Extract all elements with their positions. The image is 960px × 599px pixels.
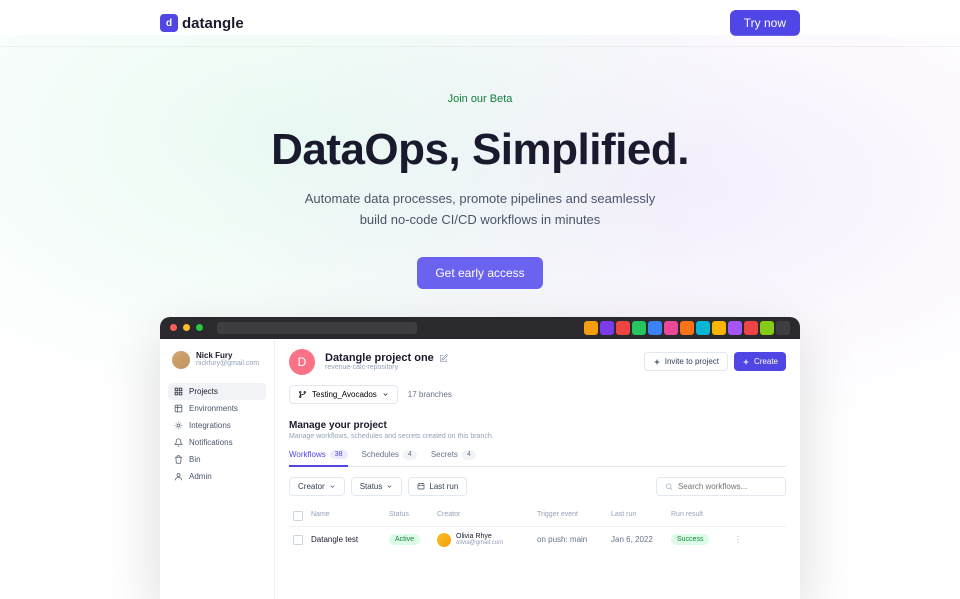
creator-name: Olivia Rhye	[456, 533, 503, 540]
branch-selector[interactable]: Testing_Avocados	[289, 385, 398, 404]
tab-count: 4	[403, 450, 417, 460]
edit-icon[interactable]	[439, 354, 448, 363]
browser-tab-icon	[744, 321, 758, 335]
creator-filter[interactable]: Creator	[289, 477, 345, 496]
browser-tab-icon	[616, 321, 630, 335]
try-now-button[interactable]: Try now	[730, 10, 800, 36]
sidebar-item-environments[interactable]: Environments	[168, 400, 266, 417]
project-name: Datangle project one	[325, 352, 434, 364]
beta-badge: Join our Beta	[448, 93, 513, 105]
tab-schedules[interactable]: Schedules4	[362, 450, 417, 466]
browser-chrome	[160, 317, 800, 339]
window-close-icon	[170, 324, 177, 331]
chevron-down-icon	[329, 483, 336, 490]
browser-tab-icon	[696, 321, 710, 335]
branch-count: 17 branches	[408, 390, 452, 399]
environments-icon	[174, 404, 183, 413]
brand-name: datangle	[182, 15, 244, 32]
browser-tab-icon	[760, 321, 774, 335]
logo-mark-icon: d	[160, 14, 178, 32]
section-title: Manage your project	[289, 420, 786, 431]
browser-tab-icon	[664, 321, 678, 335]
projects-icon	[174, 387, 183, 396]
sidebar-item-admin[interactable]: Admin	[168, 468, 266, 485]
user-profile[interactable]: Nick Fury nickfury@gmail.com	[168, 349, 266, 371]
search-icon	[665, 482, 673, 491]
table-header: Name Status Creator Trigger event Last r…	[289, 506, 786, 527]
avatar	[172, 351, 190, 369]
get-early-access-button[interactable]: Get early access	[417, 257, 542, 289]
admin-icon	[174, 472, 183, 481]
chevron-down-icon	[382, 391, 389, 398]
bin-icon	[174, 455, 183, 464]
tab-secrets[interactable]: Secrets4	[431, 450, 476, 466]
plus-icon	[742, 358, 750, 366]
project-avatar: D	[289, 349, 315, 375]
brand-logo[interactable]: d datangle	[160, 14, 244, 32]
branch-icon	[298, 390, 307, 399]
window-minimize-icon	[183, 324, 190, 331]
hero-subtitle: Automate data processes, promote pipelin…	[0, 189, 960, 231]
sidebar-item-notifications[interactable]: Notifications	[168, 434, 266, 451]
project-repo: revenue-calc-repository	[325, 364, 448, 371]
search-input[interactable]	[656, 477, 786, 496]
browser-tab-icon	[584, 321, 598, 335]
product-screenshot: Nick Fury nickfury@gmail.com ProjectsEnv…	[160, 317, 800, 599]
integrations-icon	[174, 421, 183, 430]
sidebar: Nick Fury nickfury@gmail.com ProjectsEnv…	[160, 339, 275, 599]
sidebar-item-integrations[interactable]: Integrations	[168, 417, 266, 434]
browser-tab-icon	[728, 321, 742, 335]
calendar-icon	[417, 482, 425, 490]
creator-email: olivia@gmail.com	[456, 540, 503, 546]
tab-count: 38	[330, 450, 348, 459]
browser-tab-icon	[776, 321, 790, 335]
user-email: nickfury@gmail.com	[196, 360, 259, 367]
sidebar-item-projects[interactable]: Projects	[168, 383, 266, 400]
section-subtitle: Manage workflows, schedules and secrets …	[289, 433, 786, 440]
invite-button[interactable]: Invite to project	[644, 352, 728, 371]
browser-tab-icon	[680, 321, 694, 335]
url-bar	[217, 322, 417, 334]
browser-tab-icon	[632, 321, 646, 335]
browser-tab-icon	[600, 321, 614, 335]
select-all-checkbox[interactable]	[293, 511, 303, 521]
browser-tab-icon	[712, 321, 726, 335]
plus-icon	[653, 358, 661, 366]
status-filter[interactable]: Status	[351, 477, 403, 496]
create-button[interactable]: Create	[734, 352, 786, 371]
user-name: Nick Fury	[196, 351, 259, 360]
tab-count: 4	[462, 450, 476, 460]
chevron-down-icon	[386, 483, 393, 490]
notifications-icon	[174, 438, 183, 447]
browser-tab-icon	[648, 321, 662, 335]
lastrun-filter[interactable]: Last run	[408, 477, 467, 496]
tab-workflows[interactable]: Workflows38	[289, 450, 348, 467]
sidebar-item-bin[interactable]: Bin	[168, 451, 266, 468]
window-maximize-icon	[196, 324, 203, 331]
hero-title: DataOps, Simplified.	[0, 125, 960, 175]
